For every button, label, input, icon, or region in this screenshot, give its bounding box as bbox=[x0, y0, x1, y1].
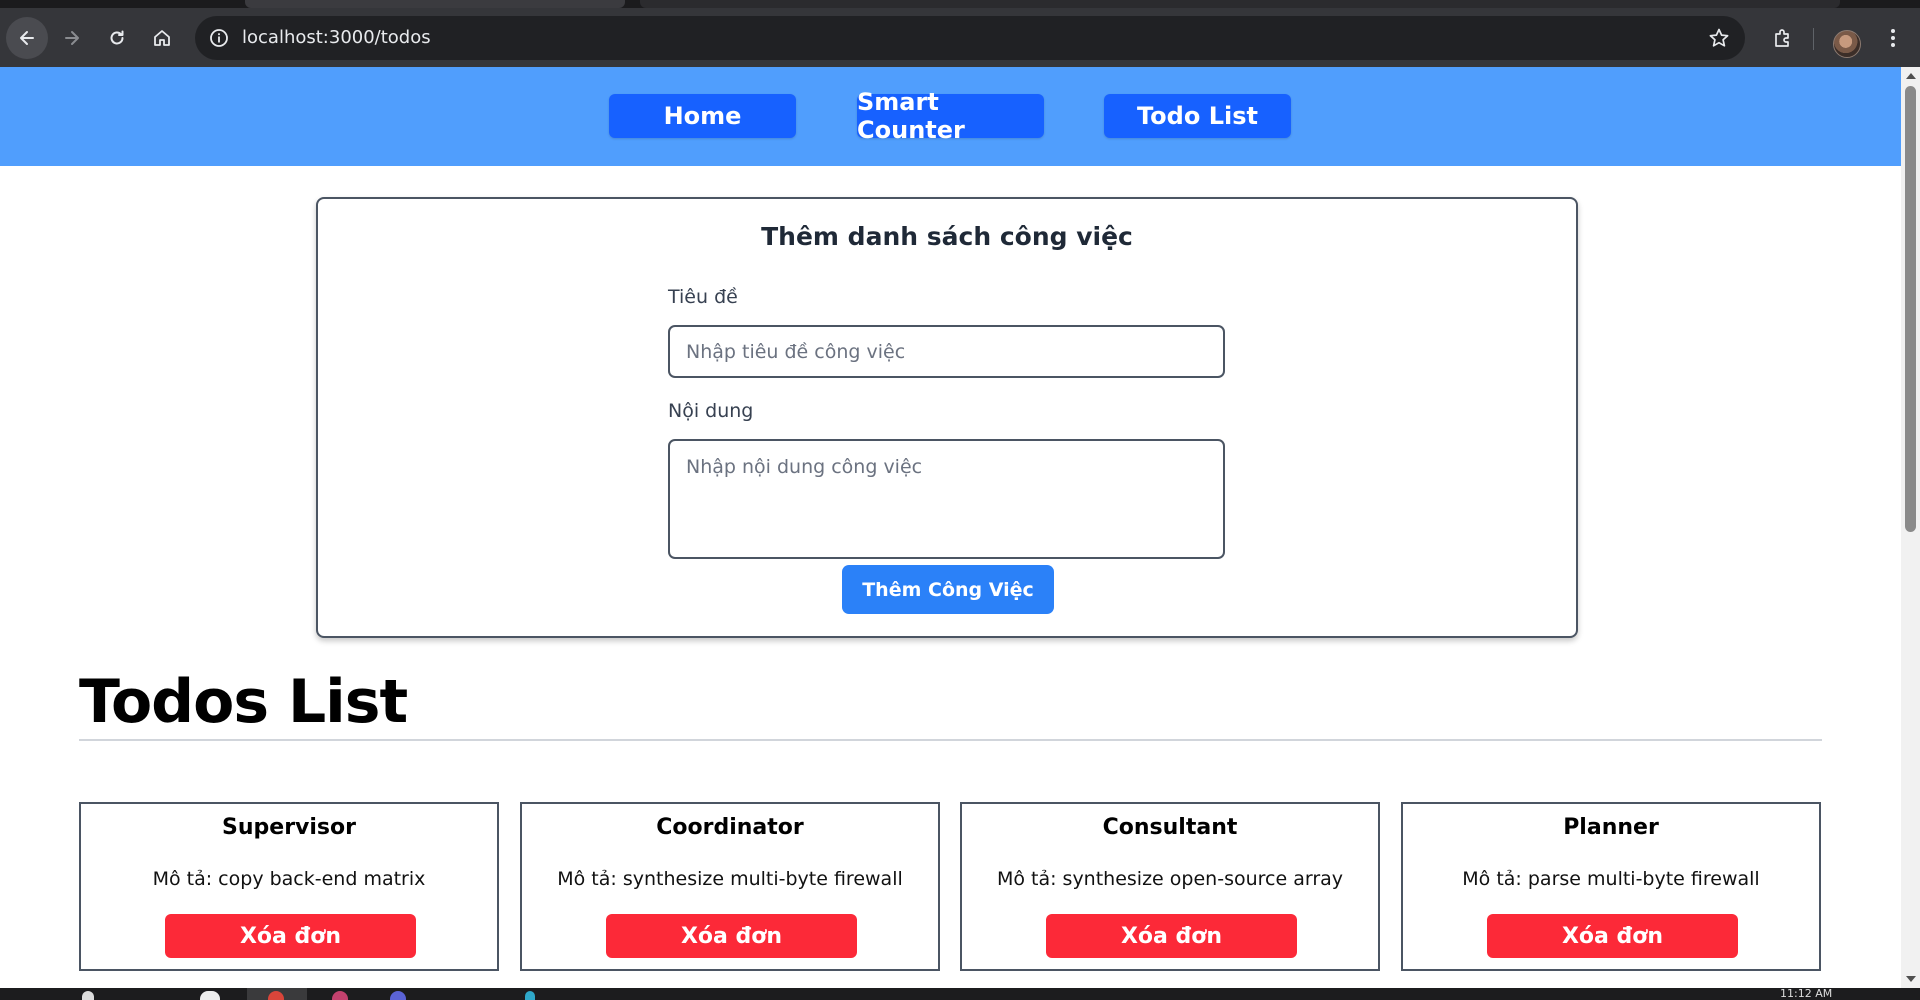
browser-toolbar: localhost:3000/todos bbox=[0, 8, 1920, 67]
heading-divider bbox=[79, 739, 1822, 741]
todo-title: Planner bbox=[1563, 815, 1659, 840]
extensions-button[interactable] bbox=[1762, 17, 1804, 59]
delete-todo-button[interactable]: Xóa đơn bbox=[1487, 914, 1738, 958]
scroll-up-arrow-icon[interactable] bbox=[1906, 73, 1916, 79]
home-icon bbox=[154, 30, 170, 46]
browser-tab[interactable] bbox=[245, 0, 625, 8]
todo-description: Mô tả: synthesize multi-byte firewall bbox=[557, 868, 903, 890]
todos-heading: Todos List bbox=[79, 667, 408, 737]
reload-button[interactable] bbox=[96, 17, 138, 59]
taskbar-app-icon[interactable] bbox=[525, 991, 535, 1000]
delete-todo-button[interactable]: Xóa đơn bbox=[165, 914, 416, 958]
toolbar-divider bbox=[1813, 28, 1814, 50]
nav-todo-list-link[interactable]: Todo List bbox=[1104, 94, 1291, 138]
add-todo-button[interactable]: Thêm Công Việc bbox=[842, 565, 1054, 614]
more-menu-button[interactable] bbox=[1872, 17, 1914, 59]
forward-arrow-icon bbox=[65, 31, 79, 45]
title-input[interactable] bbox=[668, 325, 1225, 378]
todo-card: Consultant Mô tả: synthesize open-source… bbox=[960, 802, 1380, 971]
forward-button[interactable] bbox=[51, 17, 93, 59]
add-todo-form: Thêm danh sách công việc Tiêu đề Nội dun… bbox=[316, 197, 1578, 638]
todo-description: Mô tả: parse multi-byte firewall bbox=[1462, 868, 1760, 890]
taskbar-clock: 11:12 AM bbox=[1780, 987, 1833, 1000]
extensions-icon bbox=[1775, 29, 1789, 47]
address-bar[interactable]: localhost:3000/todos bbox=[195, 16, 1745, 60]
todo-title: Coordinator bbox=[656, 815, 804, 840]
page-scrollbar[interactable] bbox=[1901, 67, 1920, 988]
todo-description: Mô tả: copy back-end matrix bbox=[152, 868, 426, 890]
info-icon[interactable] bbox=[207, 26, 231, 50]
profile-avatar[interactable] bbox=[1833, 30, 1861, 58]
scroll-down-arrow-icon[interactable] bbox=[1906, 976, 1916, 982]
todo-title: Supervisor bbox=[222, 815, 356, 840]
delete-todo-button[interactable]: Xóa đơn bbox=[1046, 914, 1297, 958]
browser-tab-area bbox=[640, 0, 1840, 8]
todo-card: Coordinator Mô tả: synthesize multi-byte… bbox=[520, 802, 940, 971]
os-taskbar bbox=[0, 988, 1920, 1000]
todo-card: Planner Mô tả: parse multi-byte firewall… bbox=[1401, 802, 1821, 971]
nav-home-link[interactable]: Home bbox=[609, 94, 796, 138]
top-navbar: Home Smart Counter Todo List bbox=[0, 67, 1901, 166]
content-textarea[interactable] bbox=[668, 439, 1225, 559]
nav-smart-counter-link[interactable]: Smart Counter bbox=[857, 88, 1044, 144]
reload-icon bbox=[110, 30, 124, 45]
home-button[interactable] bbox=[141, 17, 183, 59]
taskbar-search-icon[interactable] bbox=[82, 991, 94, 1000]
form-title: Thêm danh sách công việc bbox=[761, 222, 1133, 251]
todo-card: Supervisor Mô tả: copy back-end matrix X… bbox=[79, 802, 499, 971]
taskbar-chrome-icon[interactable] bbox=[268, 991, 284, 1000]
taskbar-app-icon[interactable] bbox=[200, 991, 220, 1000]
url-text[interactable]: localhost:3000/todos bbox=[242, 16, 431, 60]
back-button[interactable] bbox=[6, 17, 48, 59]
star-icon[interactable] bbox=[1707, 26, 1731, 50]
scrollbar-thumb[interactable] bbox=[1905, 86, 1916, 532]
title-label: Tiêu đề bbox=[668, 286, 738, 308]
taskbar-app-icon[interactable] bbox=[390, 991, 406, 1000]
todo-title: Consultant bbox=[1102, 815, 1238, 840]
tab-strip bbox=[0, 0, 1920, 8]
delete-todo-button[interactable]: Xóa đơn bbox=[606, 914, 857, 958]
back-arrow-icon bbox=[20, 31, 34, 45]
taskbar-app-icon[interactable] bbox=[332, 991, 348, 1000]
todo-description: Mô tả: synthesize open-source array bbox=[996, 868, 1344, 890]
page-viewport: Home Smart Counter Todo List Thêm danh s… bbox=[0, 67, 1901, 988]
content-label: Nội dung bbox=[668, 400, 754, 422]
more-vert-icon bbox=[1891, 29, 1895, 47]
